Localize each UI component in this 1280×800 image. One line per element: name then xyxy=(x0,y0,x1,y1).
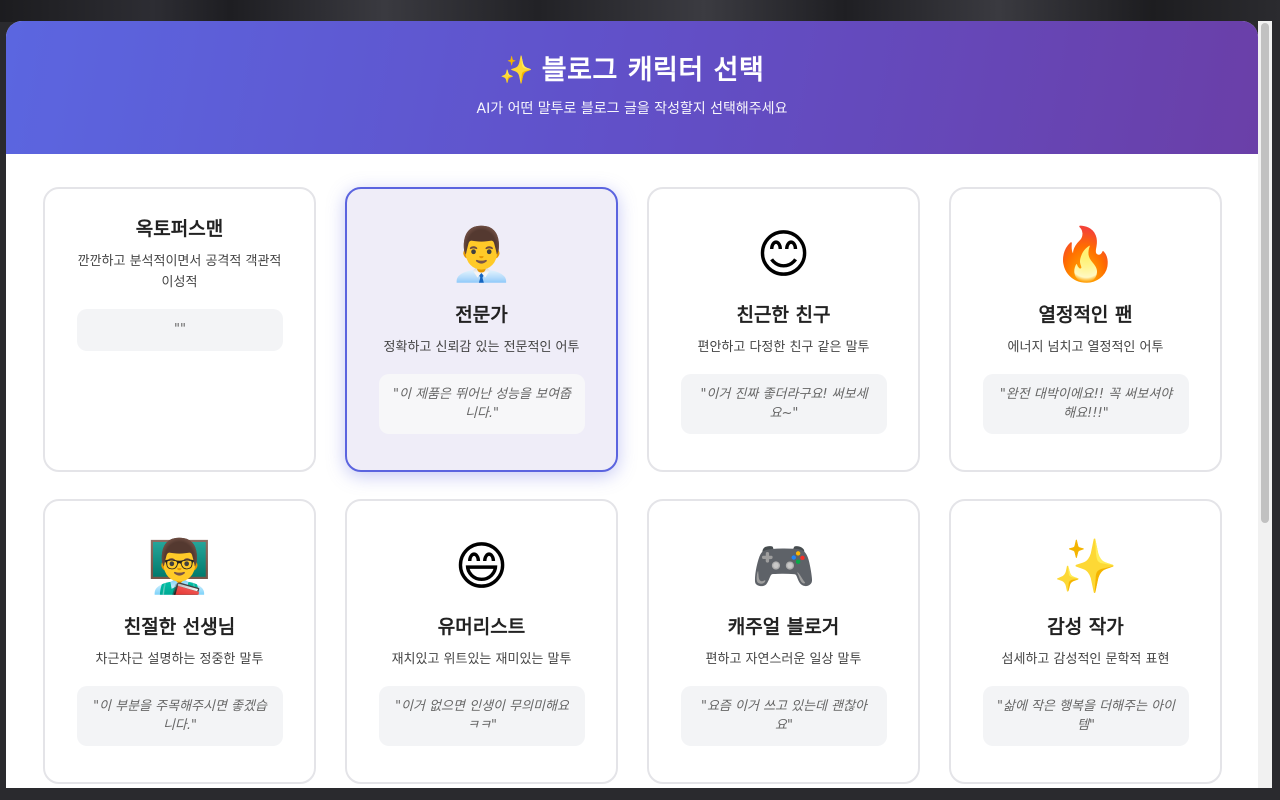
character-description: 에너지 넘치고 열정적인 어투 xyxy=(1007,340,1164,355)
modal-header: ✨ 블로그 캐릭터 선택 AI가 어떤 말투로 블로그 글을 작성할지 선택해주세… xyxy=(6,21,1258,154)
background-page-bottom xyxy=(0,788,1280,800)
modal-subtitle: AI가 어떤 말투로 블로그 글을 작성할지 선택해주세요 xyxy=(476,101,788,117)
character-card[interactable]: 🎮 캐주얼 블로거편하고 자연스러운 일상 말투 "요즘 이거 쓰고 있는데 괜찮아… xyxy=(647,499,920,784)
character-sample-quote: "이 부분을 주목해주시면 좋겠습니다." xyxy=(77,686,283,746)
character-card[interactable]: 👨‍💼 전문가정확하고 신뢰감 있는 전문적인 어투 "이 제품은 뛰어난 성능을 … xyxy=(345,187,618,472)
modal-title: ✨ 블로그 캐릭터 선택 xyxy=(6,53,1258,89)
teacher-icon: 👨‍🏫 xyxy=(147,537,212,597)
fire-icon: 🔥 xyxy=(1053,225,1118,285)
game-controller-icon: 🎮 xyxy=(751,537,816,597)
character-sample-quote: "삶에 작은 행복을 더해주는 아이템" xyxy=(983,686,1189,746)
character-description: 섬세하고 감성적인 문학적 표현 xyxy=(1001,652,1170,667)
character-select-modal: ✨ 블로그 캐릭터 선택 AI가 어떤 말투로 블로그 글을 작성할지 선택해주세… xyxy=(6,21,1258,788)
sparkles-icon: ✨ xyxy=(499,55,534,86)
character-name: 전문가 xyxy=(455,304,508,326)
character-grid: 옥토퍼스맨깐깐하고 분석적이면서 공격적 객관적 이성적 "" 👨‍💼 전문가정확하고… xyxy=(43,187,1222,784)
character-name: 옥토퍼스맨 xyxy=(135,218,224,240)
character-name: 열정적인 팬 xyxy=(1038,304,1133,326)
character-description: 차근차근 설명하는 정중한 말투 xyxy=(95,652,264,667)
modal-title-text: 블로그 캐릭터 선택 xyxy=(541,55,765,86)
character-card[interactable]: 🔥 열정적인 팬에너지 넘치고 열정적인 어투 "완전 대박이에요!! 꼭 써보셔야… xyxy=(949,187,1222,472)
character-sample-quote: "요즘 이거 쓰고 있는데 괜찮아요" xyxy=(681,686,887,746)
character-description: 깐깐하고 분석적이면서 공격적 객관적 이성적 xyxy=(77,254,282,290)
scrollbar[interactable] xyxy=(1258,21,1272,788)
character-description: 편안하고 다정한 친구 같은 말투 xyxy=(697,340,870,355)
character-name: 감성 작가 xyxy=(1047,616,1124,638)
character-sample-quote: "이거 진짜 좋더라구요! 써보세요~" xyxy=(681,374,887,434)
character-name: 유머리스트 xyxy=(437,616,526,638)
sparkles-icon: ✨ xyxy=(1053,537,1118,597)
grinning-face-icon: 😄 xyxy=(454,537,509,597)
scrollbar-thumb[interactable] xyxy=(1261,23,1269,523)
background-page xyxy=(0,0,1280,22)
character-description: 정확하고 신뢰감 있는 전문적인 어투 xyxy=(383,340,580,355)
character-name: 캐주얼 블로거 xyxy=(727,616,840,638)
character-card[interactable]: 😄 유머리스트재치있고 위트있는 재미있는 말투 "이거 없으면 인생이 무의미해요… xyxy=(345,499,618,784)
businessman-icon: 👨‍💼 xyxy=(449,225,514,285)
character-name: 친근한 친구 xyxy=(736,304,831,326)
character-sample-quote: "이 제품은 뛰어난 성능을 보여줍니다." xyxy=(379,374,585,434)
character-card[interactable]: ✨ 감성 작가섬세하고 감성적인 문학적 표현 "삶에 작은 행복을 더해주는 아이… xyxy=(949,499,1222,784)
character-sample-quote: "" xyxy=(77,309,283,351)
character-card[interactable]: 👨‍🏫 친절한 선생님차근차근 설명하는 정중한 말투 "이 부분을 주목해주시면 … xyxy=(43,499,316,784)
character-card[interactable]: 😊 친근한 친구편안하고 다정한 친구 같은 말투 "이거 진짜 좋더라구요! 써보… xyxy=(647,187,920,472)
character-sample-quote: "완전 대박이에요!! 꼭 써보셔야해요!!!" xyxy=(983,374,1189,434)
character-name: 친절한 선생님 xyxy=(123,616,236,638)
character-description: 편하고 자연스러운 일상 말투 xyxy=(705,652,862,667)
character-sample-quote: "이거 없으면 인생이 무의미해요ㅋㅋ" xyxy=(379,686,585,746)
character-card[interactable]: 옥토퍼스맨깐깐하고 분석적이면서 공격적 객관적 이성적 "" xyxy=(43,187,316,472)
smiling-face-icon: 😊 xyxy=(756,225,811,285)
character-description: 재치있고 위트있는 재미있는 말투 xyxy=(391,652,572,667)
